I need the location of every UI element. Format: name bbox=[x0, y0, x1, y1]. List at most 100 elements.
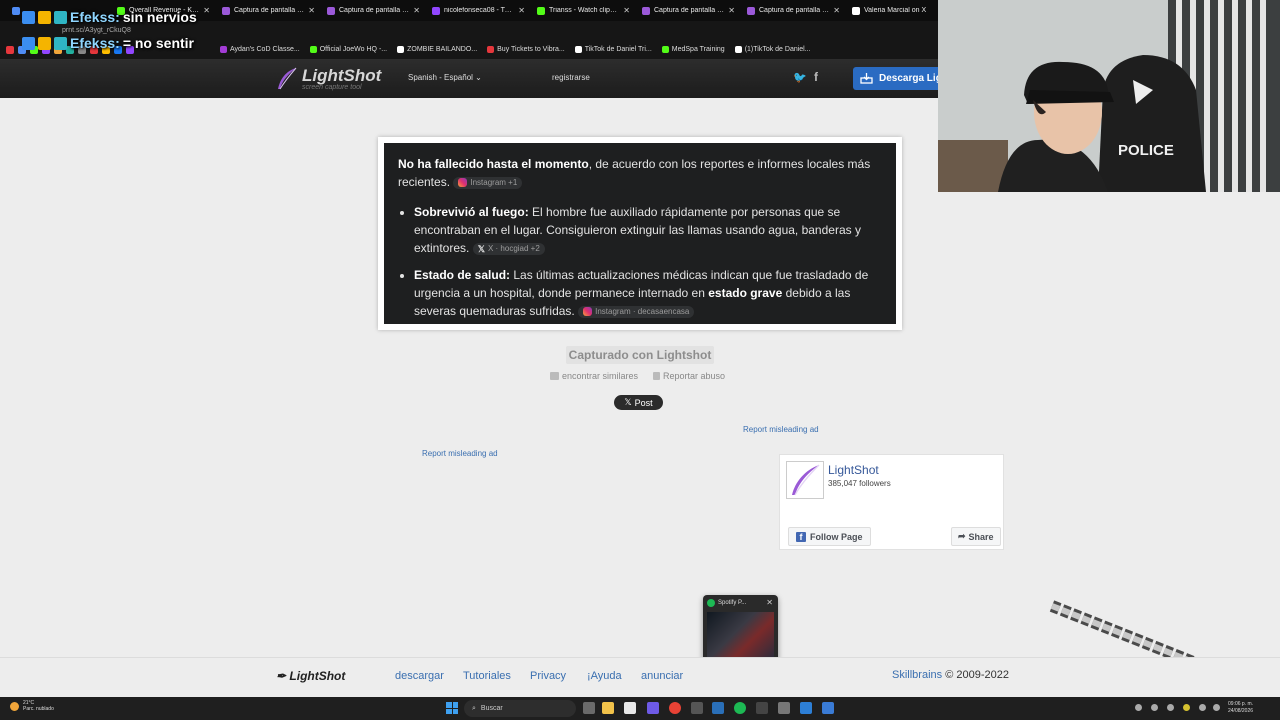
chevron-down-icon: ⌄ bbox=[475, 73, 482, 82]
site-header: LightShot screen capture tool Spanish - … bbox=[0, 59, 953, 98]
close-icon[interactable]: ✕ bbox=[766, 598, 773, 607]
spotify-icon bbox=[707, 599, 715, 607]
bookmark-item[interactable]: Official JoeWo HQ -... bbox=[309, 46, 387, 53]
bookmark-item[interactable]: MedSpa Training bbox=[661, 46, 725, 53]
spotify-icon[interactable] bbox=[734, 702, 746, 714]
browser-tab[interactable]: Valeria Marcial on X bbox=[846, 0, 951, 21]
x-icon: 𝕏 bbox=[624, 397, 632, 407]
taskbar-clock[interactable]: 09:06 p. m. 24/08/2026 bbox=[1228, 701, 1253, 715]
screenshot-content: No ha fallecido hasta el momento, de acu… bbox=[384, 143, 896, 324]
x-post-button[interactable]: 𝕏 Post bbox=[614, 395, 663, 410]
app-icon[interactable] bbox=[647, 702, 659, 714]
lightshot-favicon-icon bbox=[327, 6, 335, 15]
bookmark-item[interactable]: TikTok de Daniel Tri... bbox=[574, 46, 652, 53]
app-icon[interactable] bbox=[756, 702, 768, 714]
twitter-icon[interactable]: 🐦 bbox=[793, 71, 807, 84]
feather-logo-icon bbox=[278, 67, 297, 90]
tab-close-icon[interactable]: ✕ bbox=[308, 6, 315, 15]
follower-count: 385,047 followers bbox=[828, 479, 891, 488]
task-view-icon[interactable] bbox=[583, 702, 595, 714]
language-select[interactable]: Spanish - Español ⌄ bbox=[408, 73, 482, 82]
report-misleading-ad-link[interactable]: Report misleading ad bbox=[422, 449, 498, 458]
url-text[interactable]: prnt.sc/A3ygt_rCkuQ8 bbox=[62, 27, 131, 34]
shot-bullet: Estado de salud: Las últimas actualizaci… bbox=[414, 266, 882, 320]
tab-close-icon[interactable]: ✕ bbox=[728, 6, 735, 15]
report-misleading-ad-link[interactable]: Report misleading ad bbox=[743, 425, 819, 434]
site-logo[interactable]: LightShot screen capture tool bbox=[276, 67, 381, 91]
chat-badge-icon bbox=[38, 10, 51, 24]
footer-link-help[interactable]: ¡Ayuda bbox=[587, 670, 622, 682]
browser-tab[interactable]: Captura de pantalla por Li✕ bbox=[216, 0, 321, 21]
shot-paragraph: No ha fallecido hasta el momento, de acu… bbox=[398, 157, 871, 189]
chat-badge-icon bbox=[38, 36, 51, 50]
app-icon[interactable] bbox=[778, 702, 790, 714]
app-icon[interactable] bbox=[691, 702, 703, 714]
windows-taskbar: 21°C Parc. nublado ⌕ Buscar 09:06 p. m. 24/… bbox=[0, 697, 1280, 720]
tab-close-icon[interactable]: ✕ bbox=[518, 6, 525, 15]
bookmark-item[interactable]: ZOMBIE BAILANDO... bbox=[397, 46, 477, 53]
feather-logo-icon bbox=[792, 464, 820, 496]
page-name-link[interactable]: LightShot bbox=[828, 463, 879, 477]
bookmark-favicon-icon bbox=[661, 46, 669, 53]
browser-tab[interactable]: Captura de pantalla por Li✕ bbox=[321, 0, 426, 21]
tab-close-icon[interactable]: ✕ bbox=[623, 6, 630, 15]
footer-link-download[interactable]: descargar bbox=[395, 670, 444, 682]
tray-icon[interactable] bbox=[1151, 704, 1158, 711]
webcam-feed: POLICE bbox=[938, 0, 1280, 192]
facebook-icon[interactable]: f bbox=[814, 70, 818, 84]
tab-close-icon[interactable]: ✕ bbox=[203, 6, 210, 15]
taskbar-search[interactable]: ⌕ Buscar bbox=[464, 700, 576, 717]
tray-icon[interactable] bbox=[1183, 704, 1190, 711]
browser-tab[interactable]: Captura de pantalla por Li✕ bbox=[741, 0, 846, 21]
share-button[interactable]: ➦ Share bbox=[951, 527, 1001, 546]
x-favicon-icon bbox=[852, 6, 860, 15]
windows-start-button[interactable] bbox=[446, 702, 458, 714]
register-link[interactable]: registrarse bbox=[552, 73, 590, 82]
page-avatar[interactable] bbox=[786, 461, 824, 499]
footer-link-advertise[interactable]: anunciar bbox=[641, 670, 683, 682]
volume-icon[interactable] bbox=[1213, 704, 1220, 711]
bookmark-item[interactable]: Aydan's CoD Classe... bbox=[220, 46, 300, 53]
store-icon[interactable] bbox=[624, 702, 636, 714]
citation-chip: Instagram · decasaencasa bbox=[578, 305, 695, 318]
steam-icon[interactable] bbox=[712, 702, 724, 714]
footer-logo[interactable]: ✒ LightShot bbox=[276, 669, 345, 683]
tab-favicon-icon bbox=[12, 6, 20, 15]
footer-link-tutorials[interactable]: Tutoriales bbox=[463, 670, 511, 682]
chat-message: Efekss: sin nervios bbox=[22, 9, 197, 25]
flag-icon bbox=[653, 372, 660, 380]
captured-with-lightshot-button[interactable]: Capturado con Lightshot bbox=[566, 346, 714, 364]
app-icon[interactable] bbox=[822, 702, 834, 714]
tab-close-icon[interactable]: ✕ bbox=[413, 6, 420, 15]
tab-close-icon[interactable]: ✕ bbox=[833, 6, 840, 15]
network-icon[interactable] bbox=[1199, 704, 1206, 711]
chat-message: Efekss: = no sentir bbox=[22, 35, 194, 51]
file-explorer-icon[interactable] bbox=[602, 702, 614, 714]
bookmark-item[interactable]: (1)TikTok de Daniel... bbox=[734, 46, 811, 53]
lightshot-favicon-icon bbox=[222, 6, 230, 15]
bookmark-item[interactable]: Buy Tickets to Vibra... bbox=[487, 46, 565, 53]
chat-text: sin nervios bbox=[122, 9, 197, 25]
report-abuse-link[interactable]: Reportar abuso bbox=[653, 371, 725, 381]
find-similar-link[interactable]: encontrar similares bbox=[550, 371, 638, 381]
instagram-icon bbox=[583, 307, 593, 317]
app-icon[interactable] bbox=[800, 702, 812, 714]
search-icon: ⌕ bbox=[472, 704, 476, 712]
facebook-page-widget: LightShot 385,047 followers f Follow Page… bbox=[779, 454, 1004, 550]
tray-icon[interactable] bbox=[1167, 704, 1174, 711]
tray-chevron-icon[interactable] bbox=[1135, 704, 1142, 711]
shot-bullet-list: Sobrevivió al fuego: El hombre fue auxil… bbox=[398, 203, 882, 320]
follow-page-button[interactable]: f Follow Page bbox=[788, 527, 871, 546]
browser-tab[interactable]: Captura de pantalla por Li✕ bbox=[636, 0, 741, 21]
bookmark-icon[interactable] bbox=[6, 45, 14, 54]
weather-icon bbox=[10, 701, 19, 711]
chat-badge-icon bbox=[54, 10, 67, 24]
chrome-icon[interactable] bbox=[669, 702, 681, 714]
browser-tab[interactable]: Trianss - Watch clips on K✕ bbox=[531, 0, 636, 21]
bookmark-favicon-icon bbox=[487, 46, 495, 53]
browser-tab[interactable]: nicolefonseca08 - Twitch ✕ bbox=[426, 0, 531, 21]
weather-widget[interactable]: 21°C Parc. nublado bbox=[10, 700, 54, 712]
footer-link-privacy[interactable]: Privacy bbox=[530, 670, 566, 682]
skillbrains-link[interactable]: Skillbrains bbox=[892, 669, 942, 681]
bookmark-favicon-icon bbox=[220, 46, 227, 53]
